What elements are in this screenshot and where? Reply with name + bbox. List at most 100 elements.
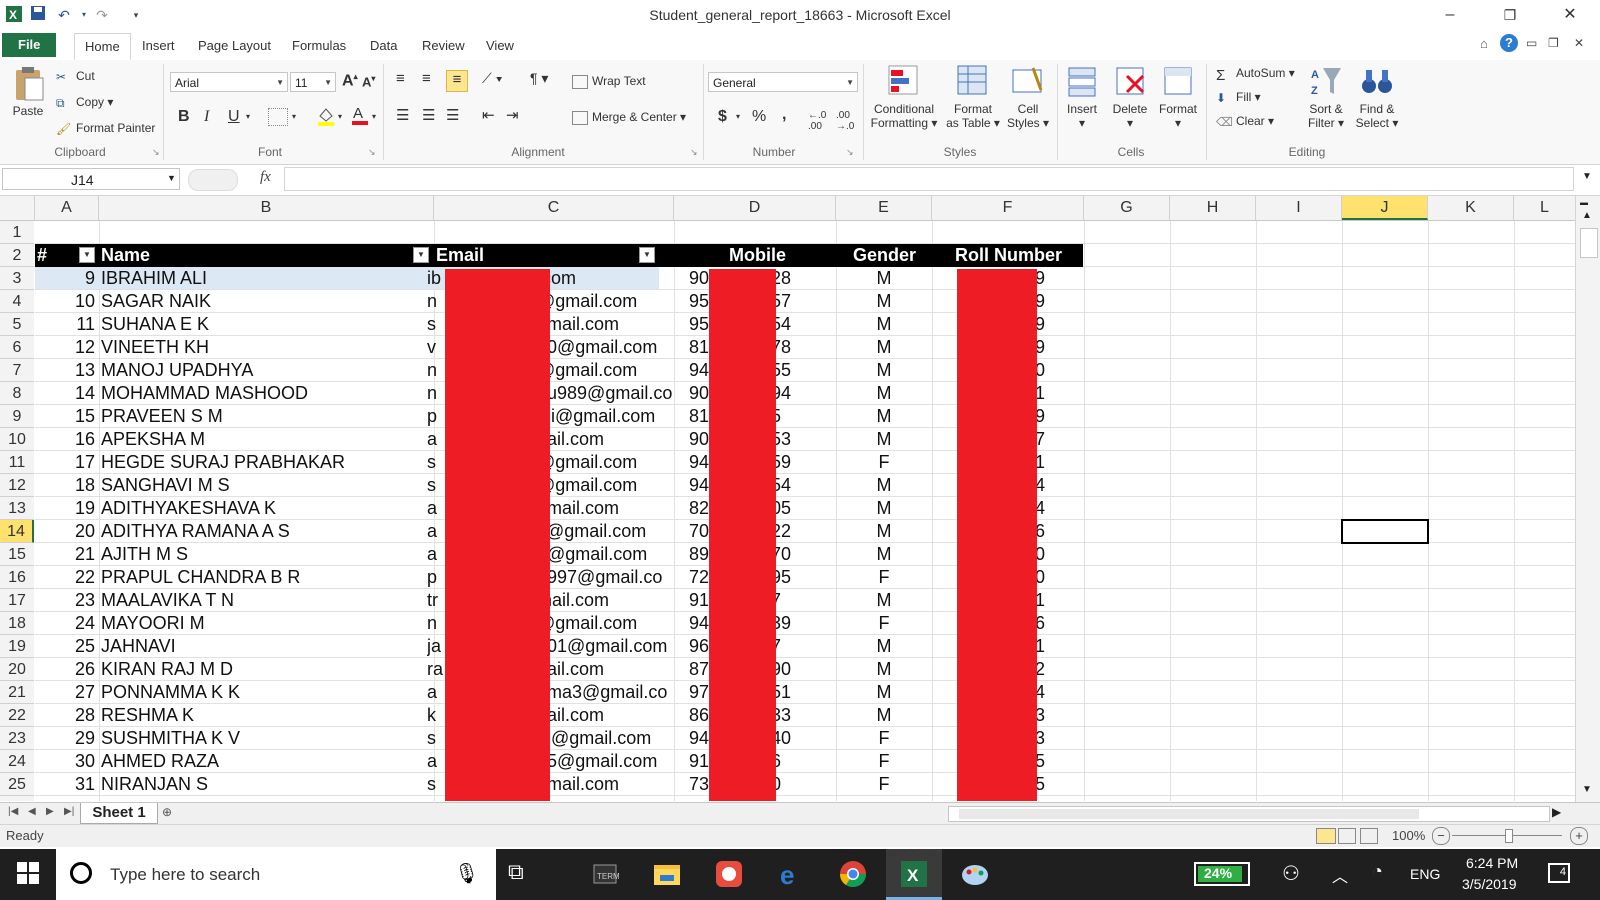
column-header-i[interactable]: I (1256, 196, 1342, 220)
font-color-dropdown-icon[interactable]: ▾ (372, 112, 376, 121)
cell-name[interactable]: PRAVEEN S M (101, 405, 431, 428)
language-indicator[interactable]: ENG (1410, 866, 1440, 882)
tab-view[interactable]: View (478, 36, 522, 55)
clipboard-launcher-icon[interactable]: ↘ (152, 147, 160, 158)
close-button[interactable]: ✕ (1555, 5, 1585, 25)
cell-roll-end[interactable]: 4 (1035, 497, 1075, 520)
page-break-view-icon[interactable] (1360, 828, 1378, 844)
align-left-button[interactable]: ☰ (396, 106, 409, 124)
cell-gender[interactable]: M (836, 474, 932, 497)
row-header[interactable]: 8 (0, 382, 34, 405)
font-color-button[interactable]: A (350, 104, 370, 126)
cell-name[interactable]: RESHMA K (101, 704, 431, 727)
notification-center-icon[interactable]: 4 (1548, 863, 1570, 883)
cell-email-end[interactable]: ni@gmail.com (537, 727, 675, 750)
worksheet-grid[interactable]: # Name Email Mobile Gender Roll Number ▼ ▼ ▼ 9 IBR… (35, 221, 1575, 801)
row-header[interactable]: 2 (0, 244, 34, 267)
microphone-icon[interactable]: 🎙 (454, 861, 479, 886)
cell-email-end[interactable]: y@gmail.com (537, 520, 675, 543)
cell-name[interactable]: APEKSHA M (101, 428, 431, 451)
normal-view-icon[interactable] (1316, 828, 1336, 844)
column-header-d[interactable]: D (674, 196, 836, 220)
column-header-f[interactable]: F (932, 196, 1084, 220)
cell-gender[interactable]: F (836, 773, 932, 796)
cell-email-end[interactable]: a01@gmail.com (537, 635, 675, 658)
tab-page-layout[interactable]: Page Layout (190, 36, 279, 55)
cell-roll-end[interactable]: 9 (1035, 313, 1075, 336)
scroll-split-icon[interactable]: ▬ (1580, 198, 1588, 207)
cell-name[interactable]: VINEETH KH (101, 336, 431, 359)
cell-roll-end[interactable]: 9 (1035, 336, 1075, 359)
row-header[interactable]: 25 (0, 773, 34, 796)
cell-mobile-end[interactable]: 57 (771, 290, 811, 313)
cell-mobile-end[interactable]: 95 (771, 566, 811, 589)
row-header[interactable]: 18 (0, 612, 34, 635)
font-size-combo[interactable]: 11 ▼ (290, 72, 336, 92)
column-header-b[interactable]: B (99, 196, 434, 220)
cell-gender[interactable]: M (836, 497, 932, 520)
autosum-button[interactable]: Σ AutoSum ▾ (1216, 66, 1295, 84)
format-cells-button[interactable]: Format ▾ (1156, 64, 1200, 130)
next-sheet-icon[interactable]: ▶ (46, 806, 54, 817)
format-painter-button[interactable]: 🖌 Format Painter (56, 121, 155, 136)
column-header-h[interactable]: H (1170, 196, 1256, 220)
cell-name[interactable]: IBRAHIM ALI (101, 267, 431, 290)
cell-name[interactable]: KIRAN RAJ M D (101, 658, 431, 681)
cell-roll-end[interactable]: 5 (1035, 773, 1075, 796)
cell-num[interactable]: 24 (35, 612, 95, 635)
formula-expand-handle[interactable] (188, 169, 238, 191)
last-sheet-icon[interactable]: ▶| (64, 806, 74, 817)
cell-gender[interactable]: M (836, 635, 932, 658)
cell-gender[interactable]: M (836, 520, 932, 543)
align-center-button[interactable]: ☰ (422, 106, 435, 124)
cell-num[interactable]: 12 (35, 336, 95, 359)
restore-button[interactable]: ❐ (1495, 5, 1525, 25)
fill-color-button[interactable] (316, 106, 336, 126)
decrease-indent-button[interactable]: ⇤ (482, 106, 495, 124)
cell-email-end[interactable]: @gmail.com (537, 474, 675, 497)
cell-num[interactable]: 18 (35, 474, 95, 497)
cell-styles-button[interactable]: Cell Styles ▾ (1004, 64, 1052, 130)
battery-icon[interactable]: 24% (1194, 862, 1250, 886)
page-layout-view-icon[interactable] (1338, 828, 1356, 844)
cell-num[interactable]: 25 (35, 635, 95, 658)
name-box-dropdown-icon[interactable]: ▼ (167, 173, 176, 183)
filter-button-num[interactable]: ▼ (79, 247, 95, 263)
sheet-tab-sheet-1[interactable]: Sheet 1 (80, 803, 158, 824)
cell-gender[interactable]: M (836, 589, 932, 612)
cell-email-end[interactable]: a@gmail.com (537, 543, 675, 566)
insert-cells-button[interactable]: Insert ▾ (1060, 64, 1104, 130)
shrink-font-button[interactable]: A▾ (362, 74, 375, 89)
cell-mobile-end[interactable]: 54 (771, 474, 811, 497)
cell-roll-end[interactable]: 4 (1035, 681, 1075, 704)
column-header-c[interactable]: C (434, 196, 674, 220)
align-right-button[interactable]: ☰ (446, 106, 459, 124)
cell-gender[interactable]: M (836, 704, 932, 727)
cell-mobile-end[interactable]: 7 (771, 589, 811, 612)
cell-mobile-end[interactable]: 5 (771, 405, 811, 428)
text-direction-button[interactable]: ¶ ▾ (530, 70, 548, 87)
cell-name[interactable]: ADITHYA RAMANA A S (101, 520, 431, 543)
cell-gender[interactable]: F (836, 727, 932, 750)
row-header[interactable]: 7 (0, 359, 34, 382)
cell-num[interactable]: 28 (35, 704, 95, 727)
cell-name[interactable]: PRAPUL CHANDRA B R (101, 566, 431, 589)
horizontal-scroll-thumb[interactable] (959, 809, 1419, 819)
cell-num[interactable]: 29 (35, 727, 95, 750)
row-header[interactable]: 10 (0, 428, 34, 451)
clock-date[interactable]: 3/5/2019 (1462, 876, 1517, 892)
row-header[interactable]: 6 (0, 336, 34, 359)
cell-num[interactable]: 21 (35, 543, 95, 566)
cell-email-end[interactable]: gmail.com (537, 773, 675, 796)
cell-gender[interactable]: F (836, 566, 932, 589)
cell-gender[interactable]: M (836, 658, 932, 681)
cell-roll-end[interactable]: 5 (1035, 750, 1075, 773)
cell-num[interactable]: 23 (35, 589, 95, 612)
cell-mobile-end[interactable]: 6 (771, 750, 811, 773)
underline-dropdown-icon[interactable]: ▾ (246, 112, 250, 121)
excel-taskbar-button[interactable]: X (886, 849, 942, 900)
row-header[interactable]: 13 (0, 497, 34, 520)
cell-roll-end[interactable]: 0 (1035, 543, 1075, 566)
active-cell-j14[interactable] (1341, 519, 1429, 544)
cell-email-end[interactable]: @gmail.com (537, 451, 675, 474)
